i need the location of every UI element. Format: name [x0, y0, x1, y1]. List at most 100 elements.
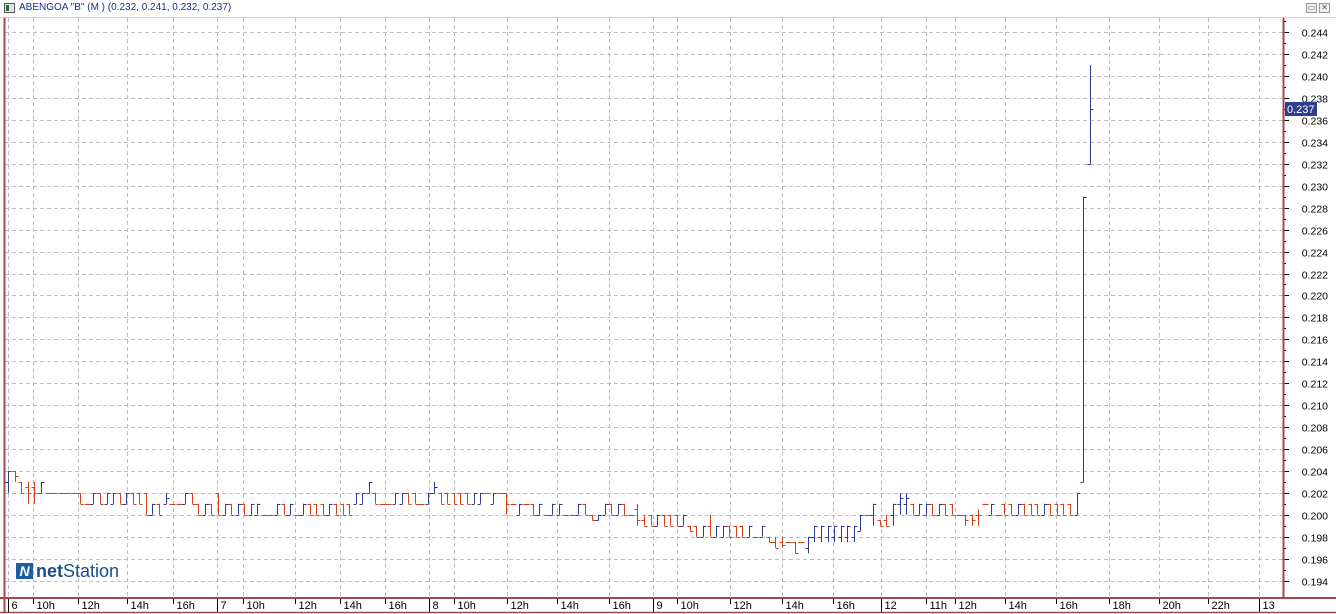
ohlc-bar — [156, 503, 163, 516]
ohlc-bar — [1008, 503, 1015, 516]
ohlc-bar — [300, 503, 307, 516]
ohlc-bar — [418, 503, 425, 505]
ohlc-bar — [169, 503, 176, 505]
ohlc-bar — [497, 492, 504, 494]
ohlc-bar — [222, 503, 229, 516]
x-tick-label: 14h — [131, 600, 149, 612]
ohlc-bar — [392, 492, 399, 505]
ohlc-bar — [890, 503, 897, 526]
ohlc-bar — [261, 514, 268, 516]
ohlc-bar — [720, 525, 727, 538]
x-tick-label: 22h — [1212, 600, 1230, 612]
ohlc-bar — [182, 492, 189, 505]
x-tick-label: 8 — [433, 600, 439, 612]
ohlc-bar — [287, 503, 294, 516]
ohlc-bar — [346, 503, 353, 516]
x-tick-label: 11h — [930, 600, 948, 612]
ohlc-bar — [1074, 492, 1081, 516]
ohlc-bar — [1028, 503, 1035, 516]
ohlc-bar — [25, 481, 32, 504]
ohlc-bar — [772, 536, 779, 549]
ohlc-bar — [759, 525, 766, 538]
ohlc-bar — [1047, 503, 1054, 516]
ohlc-bar — [235, 503, 242, 516]
ohlc-bar — [71, 492, 78, 494]
ohlc-bar — [530, 503, 537, 516]
ohlc-bar — [51, 492, 58, 494]
y-tick-label: 0.224 — [1302, 248, 1328, 260]
x-tick-label: 14h — [786, 600, 804, 612]
ohlc-bar — [241, 503, 248, 516]
y-tick-label: 0.220 — [1302, 291, 1328, 303]
ohlc-bar — [399, 492, 406, 505]
y-tick-label: 0.204 — [1302, 467, 1328, 479]
x-tick-label: 16h — [389, 600, 407, 612]
x-tick-label: 16h — [613, 600, 631, 612]
ohlc-bar — [707, 514, 714, 538]
ohlc-bar — [359, 492, 366, 505]
ohlc-bar — [857, 514, 864, 532]
ohlc-bar — [254, 503, 261, 516]
ohlc-bar — [897, 492, 904, 515]
ohlc-bar — [549, 503, 556, 516]
ohlc-bar — [228, 503, 235, 516]
y-tick-label: 0.240 — [1302, 72, 1328, 84]
ohlc-bar — [752, 536, 759, 538]
ohlc-bar — [942, 503, 949, 516]
ohlc-bar — [464, 492, 471, 505]
y-tick-label: 0.236 — [1302, 116, 1328, 128]
x-tick-label: 9 — [657, 600, 663, 612]
ohlc-bar — [634, 503, 641, 526]
x-tick-label: 7 — [221, 600, 227, 612]
ohlc-bar — [982, 503, 989, 505]
y-tick-label: 0.242 — [1302, 50, 1328, 62]
ohlc-bar — [870, 503, 877, 526]
ohlc-bar — [510, 503, 517, 505]
x-tick-label: 12h — [734, 600, 752, 612]
ohlc-bar — [713, 525, 720, 538]
x-tick-label: 14h — [1009, 600, 1027, 612]
ohlc-bar — [307, 503, 314, 516]
x-tick-label: 16h — [837, 600, 855, 612]
logo-text-station: Station — [63, 560, 120, 581]
ohlc-bar — [864, 514, 871, 516]
ohlc-bar — [38, 481, 45, 494]
ohlc-bar — [366, 481, 373, 494]
ohlc-bar — [575, 503, 582, 516]
y-tick-label: 0.228 — [1302, 204, 1328, 216]
x-tick-label: 13 — [1263, 600, 1275, 612]
y-tick-label: 0.244 — [1302, 28, 1328, 40]
ohlc-bar — [923, 503, 930, 516]
ohlc-bar — [84, 503, 91, 505]
ohlc-bar — [779, 536, 786, 548]
ohlc-bar — [975, 509, 982, 526]
y-tick-label: 0.200 — [1302, 511, 1328, 523]
x-tick-label: 12 — [885, 600, 897, 612]
ohlc-bar — [995, 514, 1002, 516]
ohlc-bar — [215, 492, 222, 516]
ohlc-bar — [281, 503, 288, 516]
ohlc-bar — [956, 514, 963, 516]
ohlc-bar — [444, 492, 451, 505]
ohlc-bar — [412, 492, 419, 505]
ohlc-chart[interactable]: 0.194 0.196 0.198 0.200 0.202 0.204 0.206 0.208… — [0, 0, 1336, 614]
ohlc-bar — [31, 481, 38, 504]
x-tick-label: 12h — [959, 600, 977, 612]
ohlc-bar — [1015, 503, 1022, 516]
x-tick-label: 6 — [12, 600, 18, 612]
ohlc-bar — [654, 514, 661, 527]
y-tick-label: 0.208 — [1302, 423, 1328, 435]
ohlc-bar — [536, 503, 543, 516]
ohlc-bar — [202, 503, 209, 516]
ohlc-bar — [1087, 65, 1094, 165]
x-tick-label: 16h — [177, 600, 195, 612]
ohlc-bar — [149, 503, 156, 516]
ohlc-bar — [45, 492, 52, 494]
ohlc-bar — [687, 525, 694, 532]
y-tick-label: 0.212 — [1302, 379, 1328, 391]
y-tick-label: 0.210 — [1302, 401, 1328, 413]
ohlc-bar — [1021, 503, 1028, 516]
x-tick-label: 14h — [344, 600, 362, 612]
y-tick-label: 0.216 — [1302, 335, 1328, 347]
x-axis-band — [0, 598, 1336, 612]
